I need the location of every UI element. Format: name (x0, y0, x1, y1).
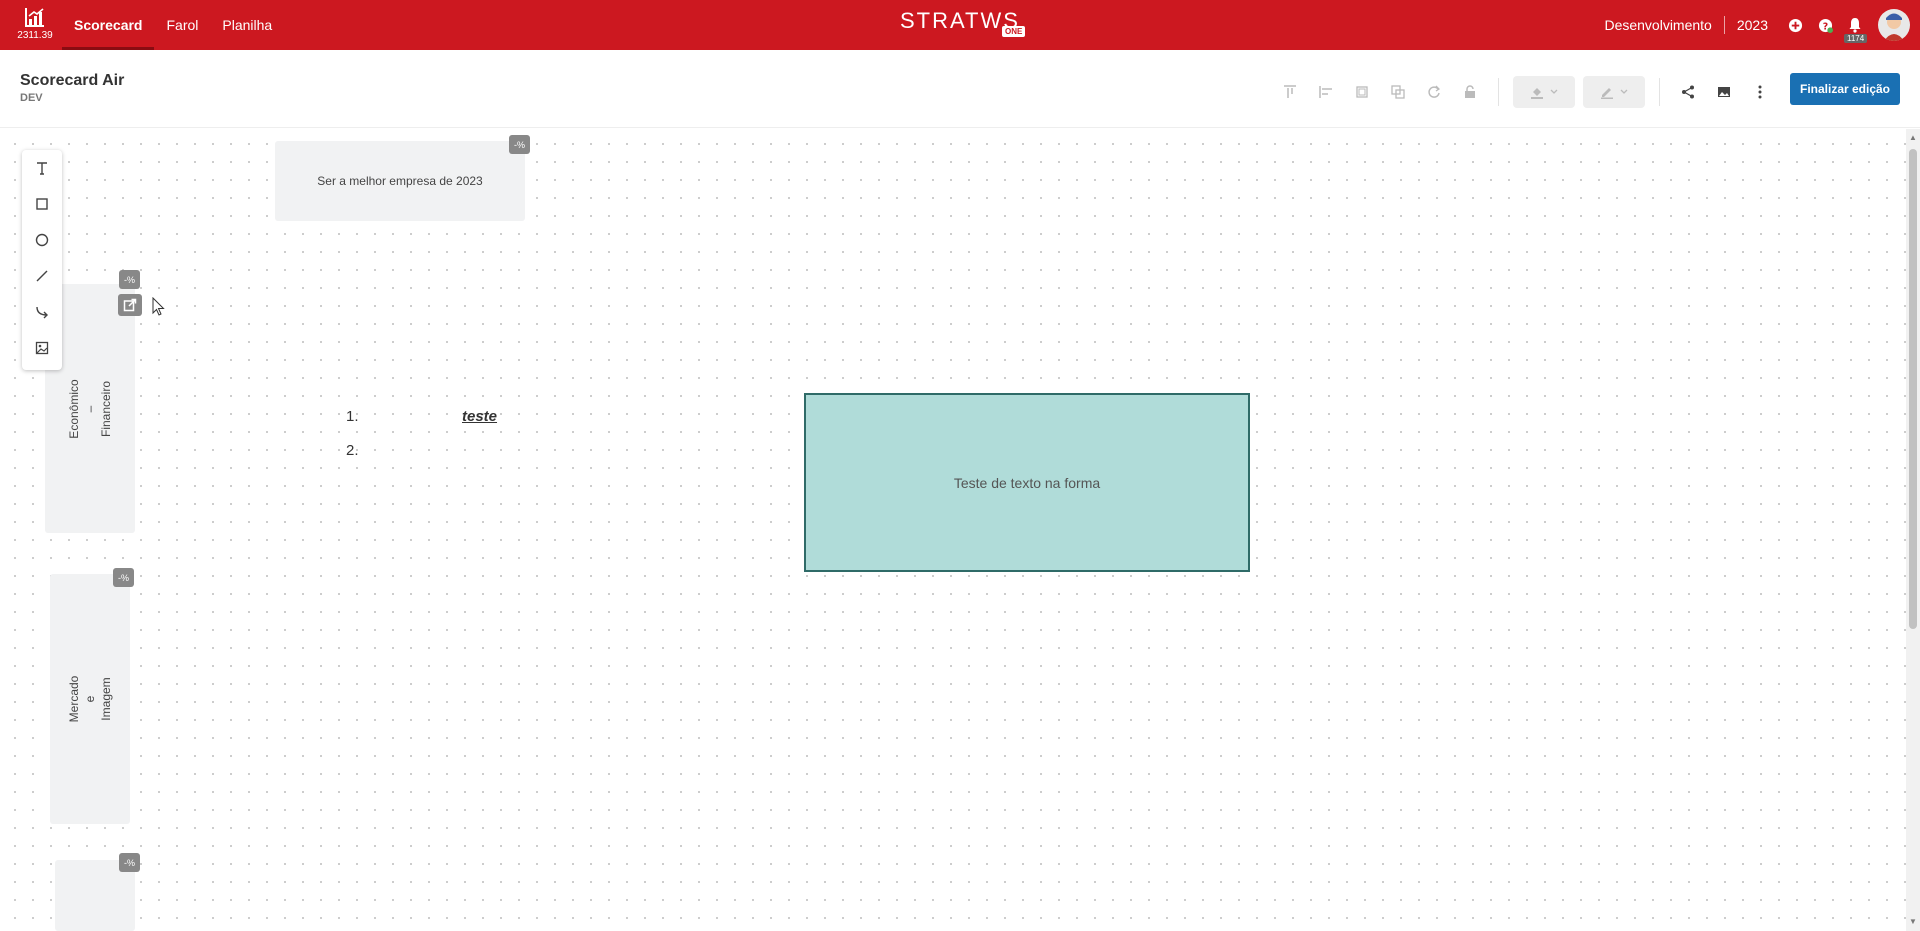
chart-logo-icon[interactable]: 2311.39 (16, 6, 54, 41)
group-icon[interactable] (1344, 78, 1380, 106)
shape-text: Teste de texto na forma (953, 474, 1101, 491)
rectangle-shape[interactable]: Teste de texto na forma (804, 393, 1250, 572)
align-top-icon[interactable] (1272, 78, 1308, 106)
perspective-percent-badge: -% (113, 568, 134, 587)
fill-color-dropdown[interactable] (1513, 76, 1575, 108)
logo-one-badge: ONE (1002, 26, 1026, 37)
line-tool-icon[interactable] (22, 258, 62, 294)
notification-count: 1174 (1844, 34, 1868, 43)
app-version: 2311.39 (17, 30, 53, 41)
rotate-icon[interactable] (1416, 78, 1452, 106)
add-icon[interactable] (1780, 0, 1810, 50)
perspective-line: Imagem (99, 677, 113, 721)
list-item: 2. (346, 442, 497, 476)
stratws-logo: STRATWS ONE (900, 8, 1030, 42)
page-header: Scorecard Air DEV Finalizar edição (0, 50, 1920, 128)
objective-text: Ser a melhor empresa de 2023 (317, 174, 483, 188)
list-text: teste (462, 408, 498, 425)
scroll-up-icon[interactable]: ▲ (1909, 133, 1917, 142)
perspective-line: Financeiro (99, 380, 113, 438)
numbered-list[interactable]: 1. teste 2. (346, 408, 497, 476)
fill-bucket-icon (1531, 88, 1543, 99)
chevron-down-icon (1550, 89, 1558, 94)
stroke-color-dropdown[interactable] (1583, 76, 1645, 108)
perspective-percent-badge: -% (119, 270, 140, 289)
main-nav: Scorecard Farol Planilha (62, 0, 284, 50)
rectangle-tool-icon[interactable] (22, 186, 62, 222)
pen-icon (1601, 88, 1613, 99)
perspective-label: Mercado e Imagem (66, 655, 114, 743)
vertical-scrollbar[interactable]: ▲ ▼ (1906, 129, 1920, 931)
more-options-icon[interactable] (1742, 78, 1778, 106)
svg-text:?: ? (1822, 21, 1827, 32)
perspective-line: Mercado (67, 675, 81, 723)
year-selector[interactable]: 2023 (1725, 17, 1780, 33)
external-link-icon (123, 298, 137, 312)
list-number: 2. (346, 442, 359, 459)
top-bar: 2311.39 Scorecard Farol Planilha STRATWS… (0, 0, 1920, 50)
editor-toolbar (1272, 76, 1778, 108)
page-subtitle: DEV (20, 92, 43, 104)
toolbar-divider (1659, 78, 1660, 106)
scrollbar-thumb[interactable] (1909, 149, 1917, 629)
perspective-line: e (83, 695, 97, 703)
connector-tool-icon[interactable] (22, 294, 62, 330)
image-tool-icon[interactable] (22, 330, 62, 366)
perspective-line: Econômico (67, 379, 81, 439)
align-left-icon[interactable] (1308, 78, 1344, 106)
perspective-line: – (83, 405, 97, 413)
nav-scorecard[interactable]: Scorecard (62, 0, 155, 50)
environment-selector[interactable]: Desenvolvimento (1604, 17, 1723, 33)
objective-card[interactable]: Ser a melhor empresa de 2023 (275, 141, 525, 221)
text-tool-icon[interactable] (22, 150, 62, 186)
mouse-cursor-icon (152, 297, 165, 316)
scroll-down-icon[interactable]: ▼ (1909, 917, 1917, 926)
list-number: 1. (346, 408, 359, 425)
lock-icon[interactable] (1452, 78, 1488, 106)
avatar[interactable] (1878, 9, 1910, 41)
page-title: Scorecard Air (20, 72, 125, 89)
perspective-percent-badge: -% (119, 853, 140, 872)
duplicate-icon[interactable] (1380, 78, 1416, 106)
share-icon[interactable] (1670, 78, 1706, 106)
chevron-down-icon (1620, 89, 1628, 94)
bar-chart-icon (25, 8, 44, 27)
perspective-card-mercado[interactable]: Mercado e Imagem (50, 574, 130, 824)
image-export-icon[interactable] (1706, 78, 1742, 106)
nav-planilha[interactable]: Planilha (210, 0, 284, 50)
help-icon[interactable]: ? (1810, 0, 1840, 50)
nav-farol[interactable]: Farol (154, 0, 210, 50)
perspective-label: Econômico – Financeiro (66, 364, 114, 454)
circle-tool-icon[interactable] (22, 222, 62, 258)
list-item: 1. teste (346, 408, 497, 442)
objective-percent-badge: -% (509, 135, 530, 154)
open-link-button[interactable] (118, 294, 142, 316)
finish-editing-button[interactable]: Finalizar edição (1790, 73, 1900, 105)
notification-bell-icon[interactable]: 1174 (1840, 0, 1870, 50)
shape-palette (22, 150, 62, 370)
toolbar-divider (1498, 78, 1499, 106)
top-right-area: Desenvolvimento 2023 ? 1174 (1604, 0, 1920, 50)
